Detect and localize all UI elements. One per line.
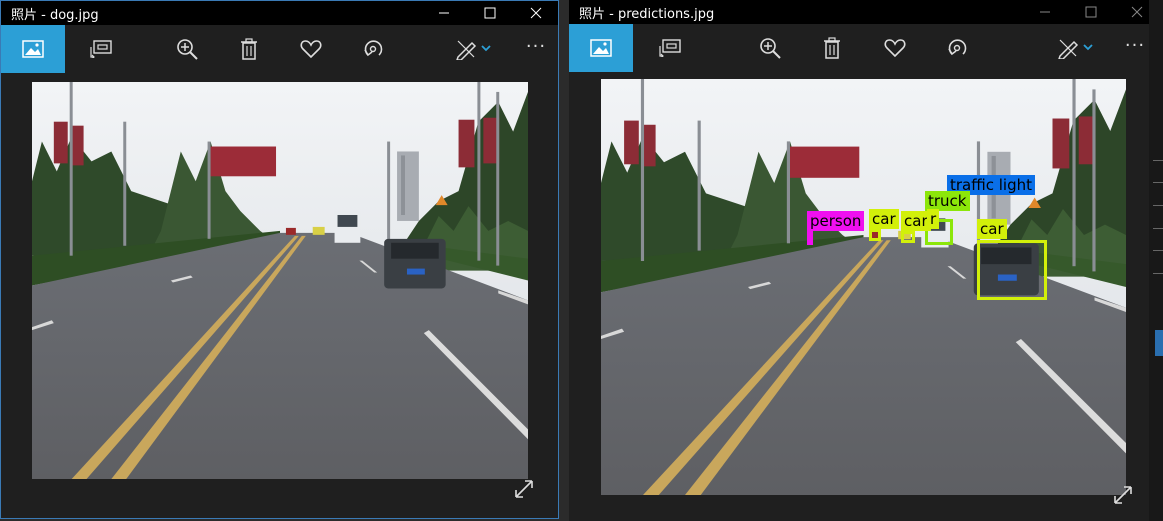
more-options-button[interactable]: ··· (1115, 24, 1149, 72)
detection-label-car: car (869, 209, 899, 229)
close-button[interactable] (1114, 0, 1149, 24)
delete-button[interactable] (800, 24, 864, 72)
minimize-icon (439, 12, 449, 14)
photo-dog[interactable] (32, 82, 528, 479)
expand-icon (1114, 486, 1132, 504)
title-bar[interactable]: 照片 - dog.jpg (1, 1, 558, 25)
street-scene-image (32, 82, 528, 479)
title-bar[interactable]: 照片 - predictions.jpg (569, 0, 1149, 24)
detection-box-car (869, 229, 881, 241)
toolbar: ··· (1, 25, 558, 73)
street-scene-image (601, 79, 1126, 495)
image-icon (22, 40, 44, 58)
detection-label-truck: truck (925, 191, 970, 211)
fullscreen-button[interactable] (1113, 485, 1133, 505)
slideshow-icon (659, 39, 681, 57)
heart-icon (300, 40, 322, 59)
close-icon (530, 7, 542, 19)
detection-label-car: car (977, 219, 1007, 239)
trash-icon (824, 37, 840, 59)
edit-create-button[interactable] (441, 25, 505, 73)
fullscreen-button[interactable] (514, 479, 534, 499)
slideshow-button[interactable] (69, 25, 133, 73)
photos-window-predictions: 照片 - predictions.jpg ··· traffic light t… (569, 0, 1149, 521)
rotate-icon (948, 39, 967, 56)
scrollbar-thumb[interactable] (1155, 330, 1163, 356)
window-title: 照片 - dog.jpg (11, 8, 99, 23)
slideshow-button[interactable] (638, 24, 702, 72)
background-window-edge (1149, 0, 1163, 521)
view-photo-button[interactable] (569, 24, 633, 72)
window-gap (559, 0, 569, 521)
rotate-button[interactable] (925, 24, 989, 72)
detection-box-car (977, 240, 1047, 300)
detection-label-car-partial: r (927, 209, 940, 229)
heart-icon (884, 39, 906, 58)
close-icon (1131, 6, 1143, 18)
slideshow-icon (90, 40, 112, 58)
detection-box-person (807, 229, 813, 245)
minimize-button[interactable] (421, 1, 467, 25)
toolbar: ··· (569, 24, 1149, 72)
photo-predictions[interactable]: traffic light truck person car car r car (601, 79, 1126, 495)
delete-button[interactable] (217, 25, 281, 73)
expand-icon (515, 480, 533, 498)
detection-box-car (901, 231, 915, 243)
edit-pen-icon (456, 40, 491, 60)
favorite-button[interactable] (279, 25, 343, 73)
edit-pen-icon (1058, 39, 1093, 59)
photos-window-dog: 照片 - dog.jpg ··· (0, 0, 559, 519)
maximize-button[interactable] (467, 1, 513, 25)
edit-create-button[interactable] (1043, 24, 1107, 72)
favorite-button[interactable] (863, 24, 927, 72)
image-icon (590, 39, 612, 57)
maximize-button[interactable] (1068, 0, 1114, 24)
maximize-icon (484, 7, 496, 19)
rotate-icon (364, 40, 383, 57)
view-photo-button[interactable] (1, 25, 65, 73)
zoom-button[interactable] (155, 25, 219, 73)
minimize-icon (1040, 11, 1050, 13)
window-title: 照片 - predictions.jpg (579, 7, 715, 22)
maximize-icon (1085, 6, 1097, 18)
more-options-button[interactable]: ··· (516, 25, 556, 73)
detection-label-person: person (807, 211, 865, 231)
zoom-in-icon (760, 38, 781, 59)
zoom-in-icon (177, 39, 198, 60)
trash-icon (241, 38, 257, 60)
minimize-button[interactable] (1022, 0, 1068, 24)
zoom-button[interactable] (738, 24, 802, 72)
close-button[interactable] (513, 1, 558, 25)
rotate-button[interactable] (341, 25, 405, 73)
